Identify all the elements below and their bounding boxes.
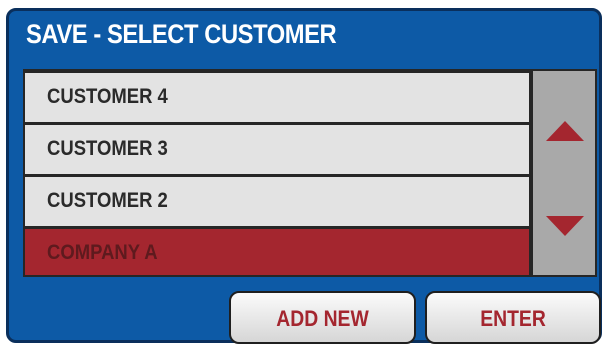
list-item[interactable]: CUSTOMER 3 <box>25 125 529 174</box>
enter-button[interactable]: ENTER <box>425 291 601 344</box>
add-new-button[interactable]: ADD NEW <box>229 291 416 344</box>
list-item-selected[interactable]: COMPANY A <box>25 229 529 275</box>
list-item[interactable]: CUSTOMER 4 <box>25 73 529 122</box>
list-item-label: CUSTOMER 3 <box>47 137 168 160</box>
scroll-up-button[interactable] <box>546 121 584 141</box>
list-item[interactable]: CUSTOMER 2 <box>25 177 529 226</box>
scroll-track <box>533 71 595 275</box>
list-item-label: CUSTOMER 2 <box>47 189 168 212</box>
triangle-down-icon <box>546 216 584 236</box>
triangle-up-icon <box>546 121 584 141</box>
enter-button-label: ENTER <box>480 306 546 331</box>
scroll-down-button[interactable] <box>546 216 584 236</box>
scrollbar <box>531 69 597 277</box>
select-customer-dialog: SAVE - SELECT CUSTOMER CUSTOMER 4 CUSTOM… <box>6 8 602 344</box>
customer-list: CUSTOMER 4 CUSTOMER 3 CUSTOMER 2 COMPANY… <box>23 69 531 277</box>
list-item-label: COMPANY A <box>47 241 158 264</box>
list-item-label: CUSTOMER 4 <box>47 85 168 108</box>
dialog-title: SAVE - SELECT CUSTOMER <box>26 19 337 49</box>
add-new-button-label: ADD NEW <box>276 306 369 331</box>
